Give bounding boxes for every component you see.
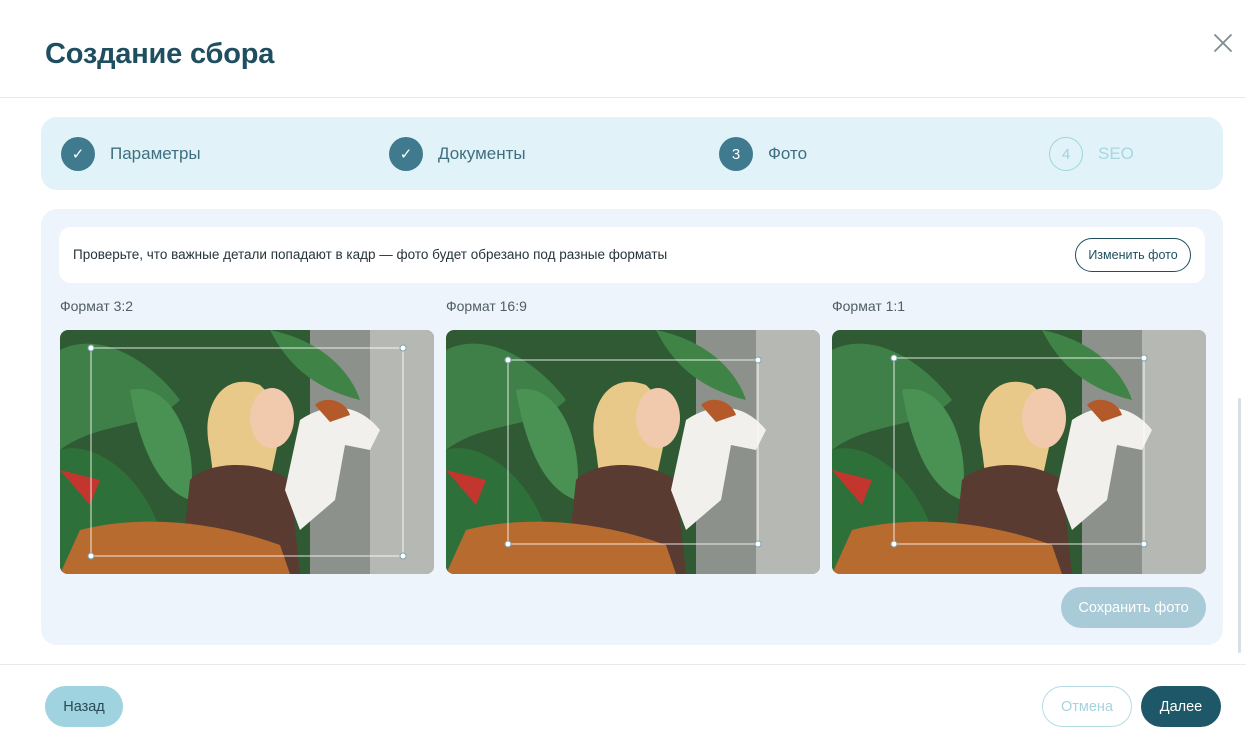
dialog-header: Создание сбора	[0, 0, 1246, 98]
check-icon: ✓	[389, 137, 423, 171]
check-icon: ✓	[61, 137, 95, 171]
photo-preview-16-9	[446, 330, 820, 574]
photo-crop-panel: Проверьте, что важные детали попадают в …	[41, 209, 1223, 645]
close-icon[interactable]	[1210, 30, 1236, 56]
photo-preview-3-2	[60, 330, 434, 574]
scrollbar-thumb[interactable]	[1238, 398, 1241, 653]
step-documents[interactable]: ✓ Документы	[389, 137, 526, 171]
back-button[interactable]: Назад	[45, 686, 123, 727]
format-label-1-1: Формат 1:1	[832, 298, 906, 314]
step-label: Фото	[768, 144, 808, 163]
create-collection-dialog: Создание сбора ✓ Параметры ✓ Документы 3…	[0, 0, 1246, 742]
step-photo[interactable]: 3 Фото	[719, 137, 807, 171]
format-label-16-9: Формат 16:9	[446, 298, 527, 314]
step-label: Параметры	[110, 144, 201, 163]
step-parameters[interactable]: ✓ Параметры	[61, 137, 201, 171]
dialog-footer: Назад Отмена Далее	[0, 664, 1246, 742]
cancel-button[interactable]: Отмена	[1042, 686, 1132, 727]
format-label-3-2: Формат 3:2	[60, 298, 134, 314]
step-number: 4	[1049, 137, 1083, 171]
save-photo-button[interactable]: Сохранить фото	[1061, 587, 1206, 628]
page-title: Создание сбора	[45, 38, 275, 70]
step-label: Документы	[438, 144, 526, 163]
change-photo-button[interactable]: Изменить фото	[1075, 238, 1191, 272]
step-number: 3	[719, 137, 753, 171]
next-button[interactable]: Далее	[1141, 686, 1221, 727]
notice-text: Проверьте, что важные детали попадают в …	[73, 247, 668, 262]
stepper: ✓ Параметры ✓ Документы 3 Фото 4 SEO	[41, 117, 1223, 190]
photo-preview-1-1	[832, 330, 1206, 574]
step-label: SEO	[1098, 144, 1134, 163]
step-seo[interactable]: 4 SEO	[1049, 137, 1134, 171]
crop-notice: Проверьте, что важные детали попадают в …	[59, 227, 1205, 283]
